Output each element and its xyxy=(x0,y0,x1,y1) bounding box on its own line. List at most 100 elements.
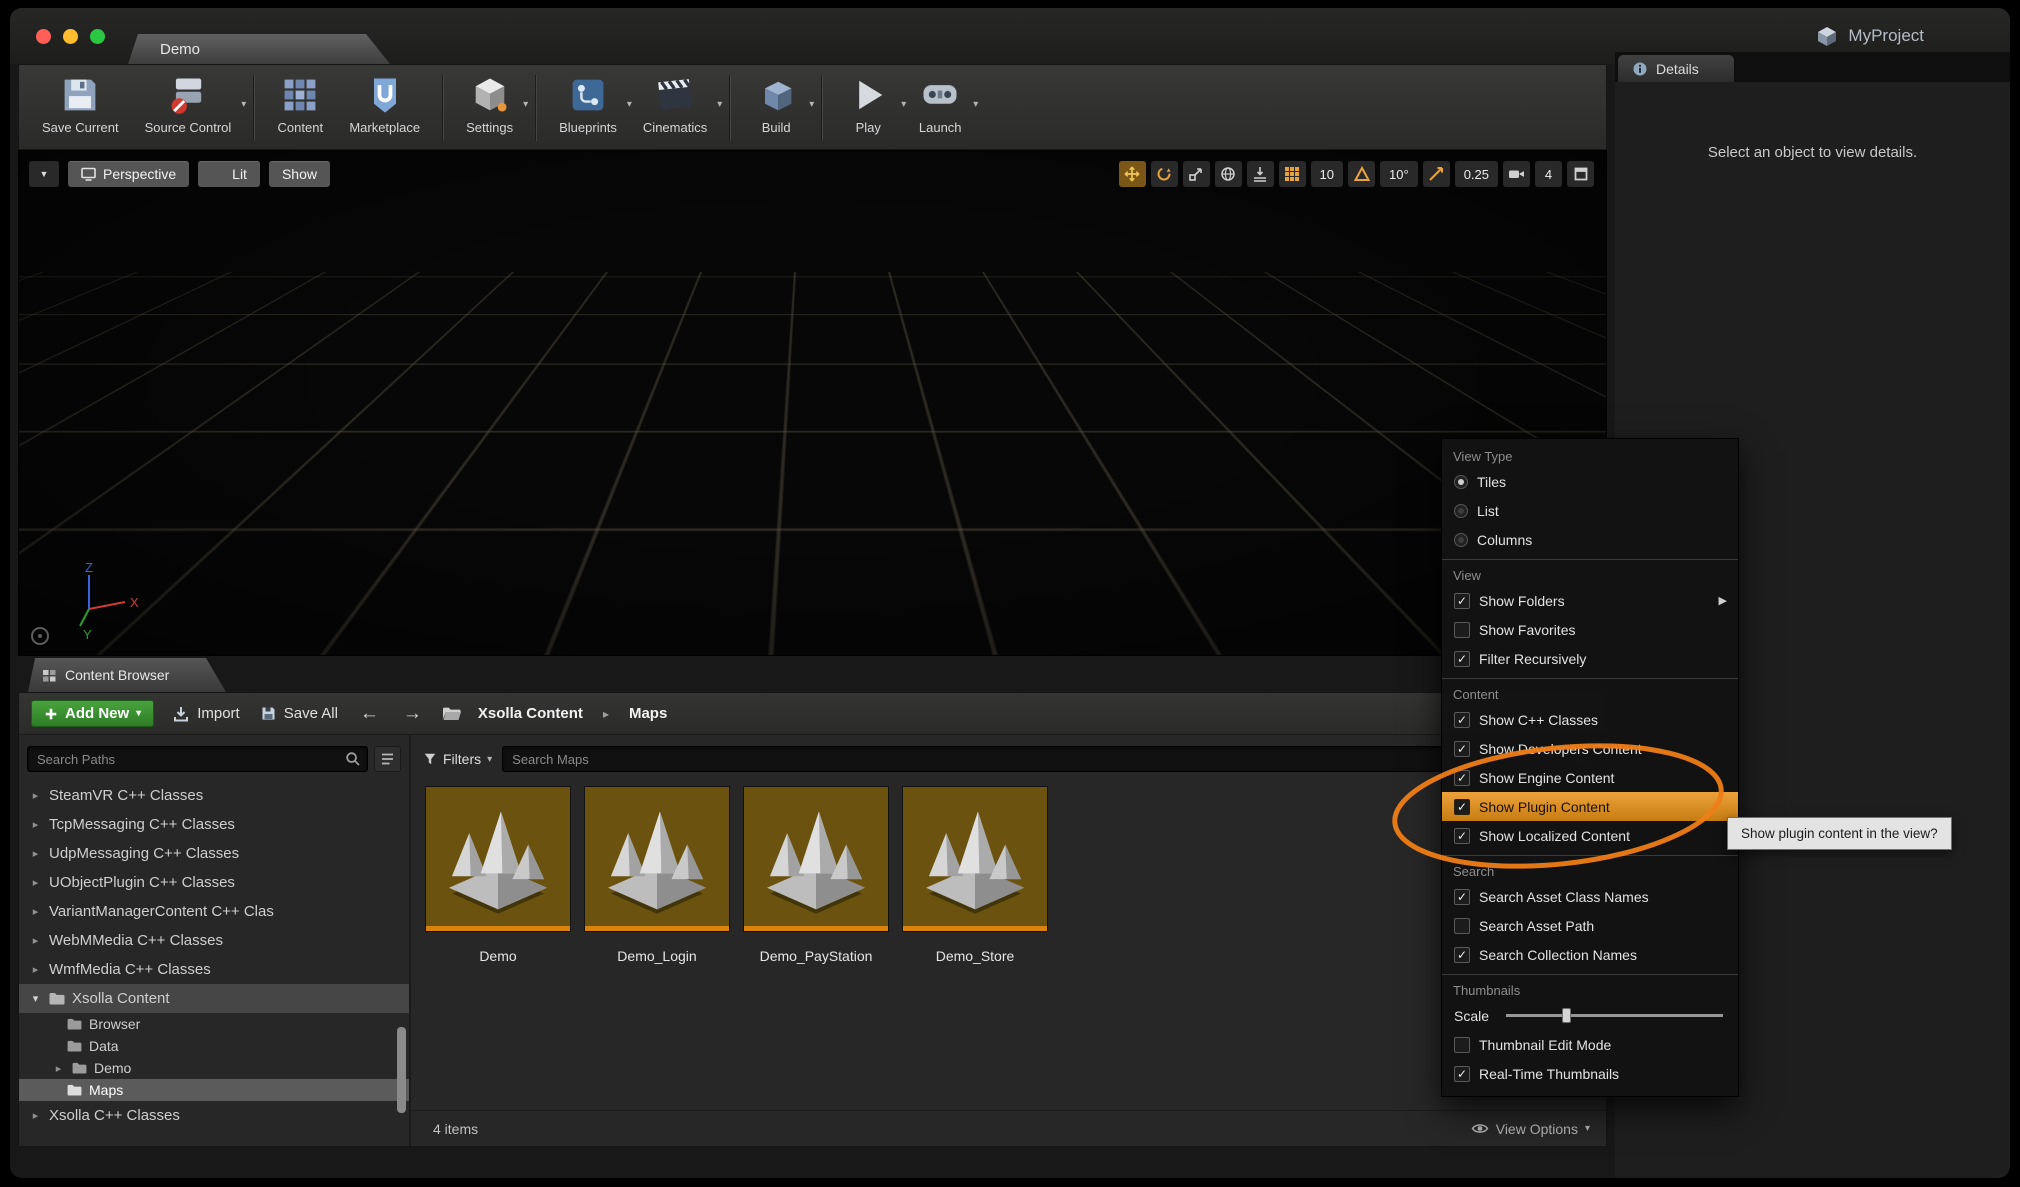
menu-item-show-engine-content[interactable]: ✓ Show Engine Content xyxy=(1442,763,1738,792)
save-current-icon xyxy=(57,73,103,117)
project-name: MyProject xyxy=(1848,26,1924,46)
add-new-button[interactable]: Add New ▾ xyxy=(31,700,154,727)
perspective-button[interactable]: Perspective xyxy=(68,161,189,187)
save-current-button[interactable]: Save Current xyxy=(29,73,132,135)
tree-item-variantmanagercontent[interactable]: ▸ VariantManagerContent C++ Clas xyxy=(19,897,409,926)
expander-icon[interactable]: ▸ xyxy=(29,1109,42,1122)
translate-tool-button[interactable] xyxy=(1119,161,1146,187)
menu-item-show-plugin-content[interactable]: ✓ Show Plugin Content xyxy=(1442,792,1738,821)
breadcrumb-current[interactable]: Maps xyxy=(629,705,667,722)
viewport-options-button[interactable]: ▼ xyxy=(29,161,59,187)
asset-tile-demo-store[interactable]: Demo_Store xyxy=(902,786,1048,964)
content-browser-tab[interactable]: Content Browser xyxy=(28,658,226,692)
tree-item-uobjectplugin[interactable]: ▸ UObjectPlugin C++ Classes xyxy=(19,868,409,897)
expander-icon[interactable]: ▾ xyxy=(29,992,42,1005)
asset-tile-demo-paystation[interactable]: Demo_PayStation xyxy=(743,786,889,964)
folder-icon xyxy=(67,1018,82,1030)
world-local-toggle-button[interactable] xyxy=(1215,161,1242,187)
cinematics-button[interactable]: Cinematics ▾ xyxy=(630,73,720,135)
expander-icon[interactable]: ▸ xyxy=(52,1062,65,1075)
tree-scrollbar[interactable] xyxy=(397,1027,406,1113)
slider-handle[interactable] xyxy=(1562,1008,1571,1023)
sources-view-toggle-button[interactable] xyxy=(374,746,401,772)
level-viewport[interactable]: ▼ Perspective Lit Show xyxy=(18,150,1607,656)
show-menu-button[interactable]: Show xyxy=(269,161,330,187)
breadcrumb-root[interactable]: Xsolla Content xyxy=(478,705,583,722)
surface-snap-button[interactable] xyxy=(1247,161,1274,187)
rotation-snap-value-button[interactable]: 10° xyxy=(1380,161,1418,187)
menu-item-columns[interactable]: Columns xyxy=(1442,525,1738,554)
details-tab[interactable]: Details xyxy=(1618,55,1734,82)
close-window-button[interactable] xyxy=(36,29,51,44)
tree-item-webmmedia[interactable]: ▸ WebMMedia C++ Classes xyxy=(19,926,409,955)
scale-snap-value-button[interactable]: 0.25 xyxy=(1455,161,1498,187)
search-assets-input[interactable] xyxy=(502,746,1594,772)
minimize-window-button[interactable] xyxy=(63,29,78,44)
chevron-down-icon: ▾ xyxy=(136,708,141,719)
tree-item-wmfmedia[interactable]: ▸ WmfMedia C++ Classes xyxy=(19,955,409,984)
asset-tile-demo[interactable]: Demo xyxy=(425,786,571,964)
menu-item-thumbnail-edit-mode[interactable]: Thumbnail Edit Mode xyxy=(1442,1030,1738,1059)
menu-item-show-cpp-classes[interactable]: ✓ Show C++ Classes xyxy=(1442,705,1738,734)
tree-item-maps[interactable]: Maps xyxy=(19,1079,409,1101)
settings-button[interactable]: Settings ▾ xyxy=(453,73,526,135)
expander-icon[interactable]: ▸ xyxy=(29,963,42,976)
menu-item-tiles[interactable]: Tiles xyxy=(1442,467,1738,496)
grid-snap-toggle-button[interactable] xyxy=(1279,161,1306,187)
content-button[interactable]: Content xyxy=(264,73,336,135)
scale-snap-toggle-button[interactable] xyxy=(1423,161,1450,187)
asset-tile-demo-login[interactable]: Demo_Login xyxy=(584,786,730,964)
tree-item-steamvr[interactable]: ▸ SteamVR C++ Classes xyxy=(19,781,409,810)
zoom-window-button[interactable] xyxy=(90,29,105,44)
menu-item-list[interactable]: List xyxy=(1442,496,1738,525)
marketplace-button[interactable]: Marketplace xyxy=(336,73,433,135)
level-tab[interactable]: Demo xyxy=(128,34,390,64)
menu-item-show-folders[interactable]: ✓ Show Folders ▶ xyxy=(1442,586,1738,615)
cinematics-icon xyxy=(652,73,698,117)
rotation-snap-toggle-button[interactable] xyxy=(1348,161,1375,187)
source-control-button[interactable]: Source Control ▾ xyxy=(132,73,245,135)
filters-button[interactable]: Filters ▾ xyxy=(423,751,492,767)
view-options-button[interactable]: View Options ▾ xyxy=(1471,1121,1590,1137)
play-button[interactable]: Play ▾ xyxy=(832,73,904,135)
path-folder-icon xyxy=(442,706,462,722)
thumbnail-scale-slider[interactable] xyxy=(1506,1014,1723,1017)
expander-icon[interactable]: ▸ xyxy=(29,876,42,889)
menu-item-search-asset-class-names[interactable]: ✓ Search Asset Class Names xyxy=(1442,882,1738,911)
menu-item-show-developers-content[interactable]: ✓ Show Developers Content xyxy=(1442,734,1738,763)
import-button[interactable]: Import xyxy=(170,701,242,727)
menu-item-filter-recursively[interactable]: ✓ Filter Recursively xyxy=(1442,644,1738,673)
grid-snap-value-button[interactable]: 10 xyxy=(1311,161,1343,187)
expander-icon[interactable]: ▸ xyxy=(29,934,42,947)
expander-icon[interactable]: ▸ xyxy=(29,818,42,831)
tree-item-demo[interactable]: ▸ Demo xyxy=(19,1057,409,1079)
menu-item-show-favorites[interactable]: Show Favorites xyxy=(1442,615,1738,644)
expander-icon[interactable]: ▸ xyxy=(29,789,42,802)
menu-item-show-localized-content[interactable]: ✓ Show Localized Content xyxy=(1442,821,1738,850)
tree-item-tcpmessaging[interactable]: ▸ TcpMessaging C++ Classes xyxy=(19,810,409,839)
menu-item-search-asset-path[interactable]: Search Asset Path xyxy=(1442,911,1738,940)
camera-speed-button[interactable] xyxy=(1503,161,1530,187)
expander-icon[interactable]: ▸ xyxy=(29,847,42,860)
save-all-button[interactable]: Save All xyxy=(258,701,340,726)
menu-item-search-collection-names[interactable]: ✓ Search Collection Names xyxy=(1442,940,1738,969)
search-paths-input[interactable] xyxy=(27,746,368,772)
camera-speed-value-button[interactable]: 4 xyxy=(1535,161,1562,187)
blueprints-button[interactable]: Blueprints ▾ xyxy=(546,73,630,135)
tree-item-xsolla-content[interactable]: ▾ Xsolla Content xyxy=(19,984,409,1013)
tree-item-browser[interactable]: Browser xyxy=(19,1013,409,1035)
forward-button[interactable]: → xyxy=(399,703,426,725)
menu-item-real-time-thumbnails[interactable]: ✓ Real-Time Thumbnails xyxy=(1442,1059,1738,1088)
tree-item-data[interactable]: Data xyxy=(19,1035,409,1057)
maximize-viewport-button[interactable] xyxy=(1567,161,1594,187)
expander-icon[interactable]: ▸ xyxy=(29,905,42,918)
build-button[interactable]: Build ▾ xyxy=(740,73,812,135)
back-button[interactable]: ← xyxy=(356,703,383,725)
rotate-tool-button[interactable] xyxy=(1151,161,1178,187)
launch-button[interactable]: Launch ▾ xyxy=(904,73,976,135)
scale-tool-button[interactable] xyxy=(1183,161,1210,187)
tree-item-udpmessaging[interactable]: ▸ UdpMessaging C++ Classes xyxy=(19,839,409,868)
asset-name: Demo_PayStation xyxy=(743,948,889,964)
lit-mode-button[interactable]: Lit xyxy=(198,161,260,187)
tree-item-xsolla-cpp[interactable]: ▸ Xsolla C++ Classes xyxy=(19,1101,409,1130)
